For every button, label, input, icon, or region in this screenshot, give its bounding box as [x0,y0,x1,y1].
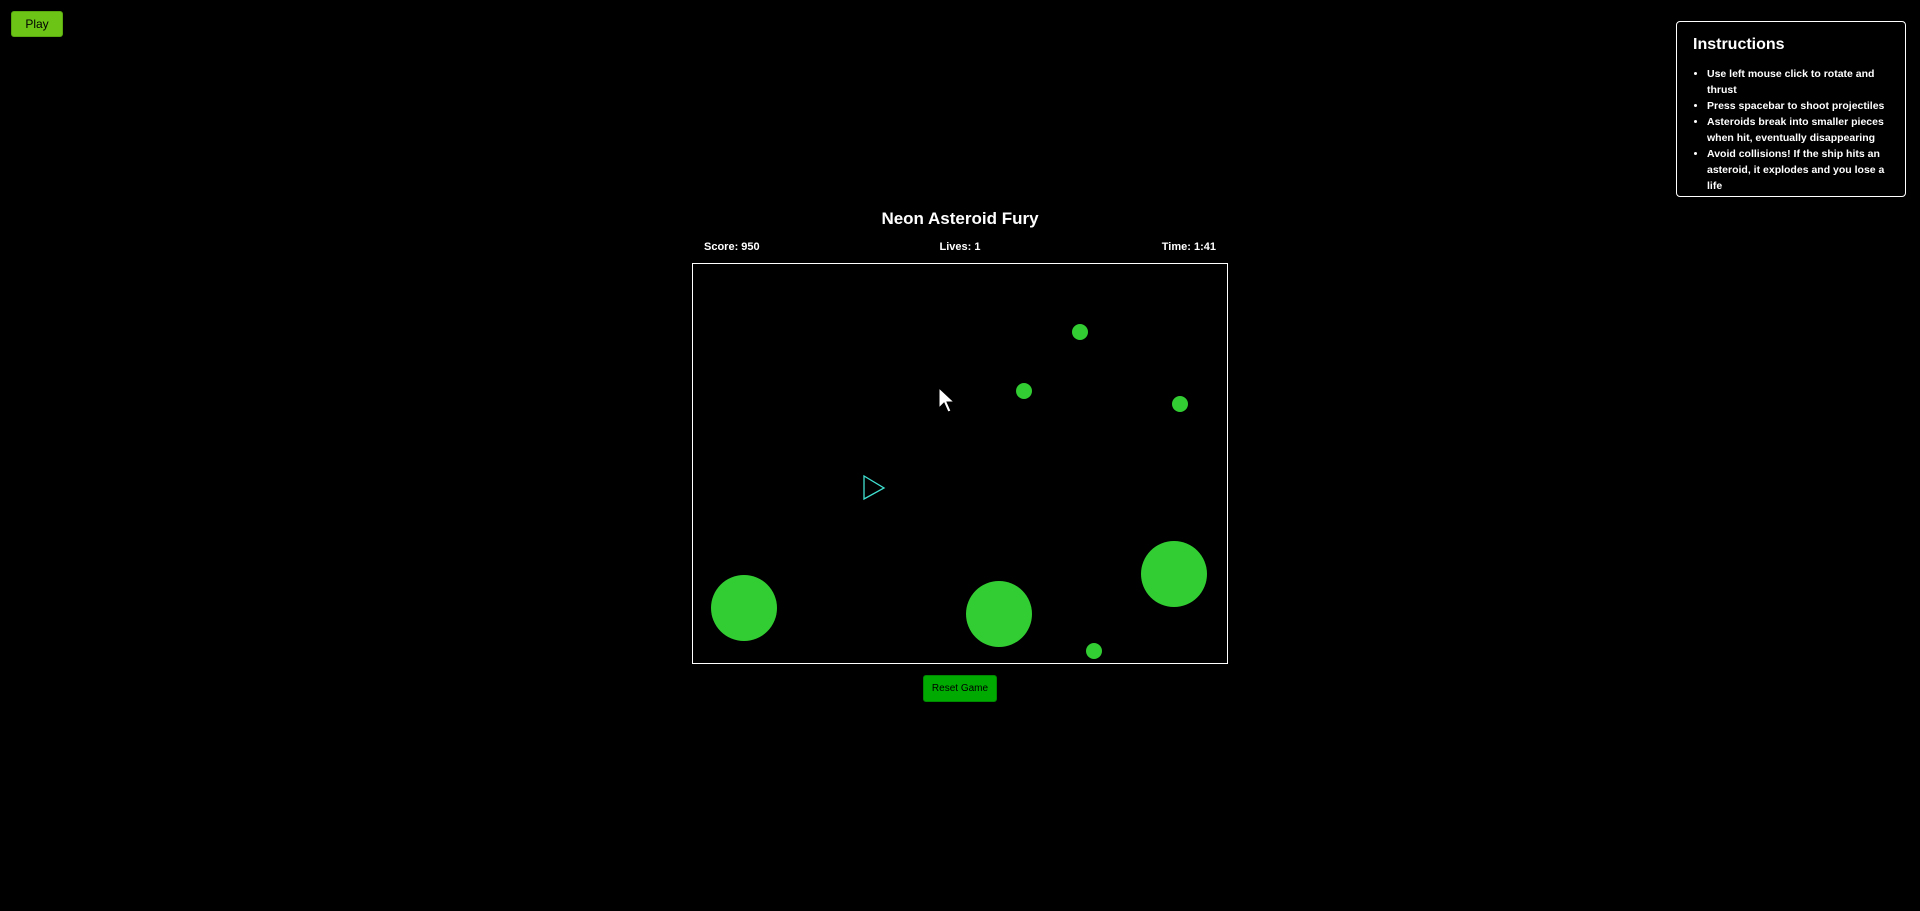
asteroid-small [1172,396,1188,412]
instructions-list: Use left mouse click to rotate and thrus… [1693,66,1893,194]
asteroid-small [1016,383,1032,399]
play-button[interactable]: Play [11,11,63,37]
asteroid-small [1086,643,1102,659]
ship-icon [863,474,886,501]
asteroid-large [966,581,1032,647]
instructions-title: Instructions [1693,36,1785,53]
instruction-item: Press spacebar to shoot projectiles [1707,98,1893,114]
asteroid-large [711,575,777,641]
game-title: Neon Asteroid Fury [881,209,1039,228]
instruction-item: Use left mouse click to rotate and thrus… [1707,66,1893,98]
instruction-item: Asteroids break into smaller pieces when… [1707,114,1893,146]
instruction-item: Avoid collisions! If the ship hits an as… [1707,146,1893,194]
asteroid-large [1141,541,1207,607]
time-display: Time: 1:41 [1161,241,1216,253]
lives-display: Lives: 1 [939,241,981,253]
mouse-cursor-icon [938,387,956,413]
asteroid-small [1072,324,1088,340]
reset-game-button[interactable]: Reset Game [923,675,997,702]
instructions-panel: Instructions Use left mouse click to rot… [1676,21,1906,197]
game-canvas[interactable] [692,263,1228,664]
hud: Score: 950 Lives: 1 Time: 1:41 [692,241,1228,257]
game-scene [711,324,1207,659]
